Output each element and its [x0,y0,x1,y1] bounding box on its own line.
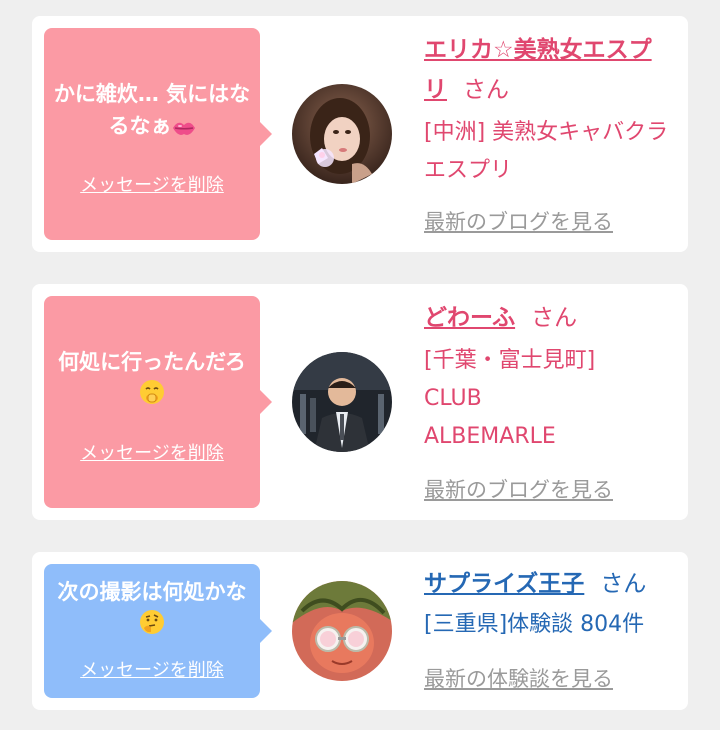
message-text: かに雑炊… 気にはなるなぁ [52,78,252,146]
profile-name-line: エリカ☆美熟女エスプリ さん [424,30,674,110]
message-bubble: かに雑炊… 気にはなるなぁ メッセージを削除 [44,28,272,240]
profile-name-line: どわーふ さん [424,298,674,338]
profile-name-line: サプライズ王子 さん [424,564,674,604]
message-card: 次の撮影は何処かな メッセージを削除 サプライズ王子 さん [三重県]体験談 80… [32,552,688,710]
message-bubble: 何処に行ったんだろ メッセージを削除 [44,296,272,508]
delete-message-link[interactable]: メッセージを削除 [44,660,260,682]
avatar[interactable] [292,352,392,452]
shop-info: [三重県]体験談 804件 [424,612,645,637]
thinking-face-emoji-icon [139,609,165,644]
profile-info: エリカ☆美熟女エスプリ さん [中洲] 美熟女キャバクラ エスプリ [424,30,674,190]
latest-blog-link[interactable]: 最新のブログを見る [424,209,613,235]
honorific-label: さん [463,77,509,103]
profile-name-link[interactable]: どわーふ [424,305,515,331]
lips-emoji-icon [172,114,196,146]
profile-name-link[interactable]: エリカ☆美熟女エスプリ [424,37,652,103]
avatar[interactable] [292,84,392,184]
message-bubble: 次の撮影は何処かな メッセージを削除 [44,564,272,698]
shop-info: [中洲] 美熟女キャバクラ エスプリ [424,120,669,183]
honorific-label: さん [531,305,578,331]
honorific-label: さん [600,571,647,597]
giggle-face-emoji-icon [139,379,165,414]
message-text: 次の撮影は何処かな [52,576,252,644]
profile-info: サプライズ王子 さん [三重県]体験談 804件 [424,564,674,644]
message-card: 何処に行ったんだろ メッセージを削除 どわーふ さん [千葉・富士見町] CLUB… [32,284,688,520]
latest-blog-link[interactable]: 最新のブログを見る [424,477,613,503]
message-card: かに雑炊… 気にはなるなぁ メッセージを削除 エリカ☆美熟女エスプリ さん [中… [32,16,688,252]
latest-review-link[interactable]: 最新の体験談を見る [424,666,613,692]
shop-info: [千葉・富士見町] CLUB ALBEMARLE [424,348,596,449]
delete-message-link[interactable]: メッセージを削除 [44,443,260,465]
profile-name-link[interactable]: サプライズ王子 [424,571,584,597]
message-text: 何処に行ったんだろ [52,346,252,414]
profile-info: どわーふ さん [千葉・富士見町] CLUB ALBEMARLE [424,298,674,456]
delete-message-link[interactable]: メッセージを削除 [44,175,260,197]
avatar[interactable] [292,581,392,681]
